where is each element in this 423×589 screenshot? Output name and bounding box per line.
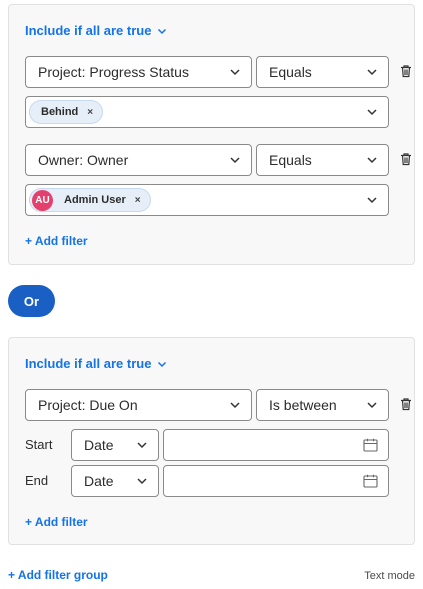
chevron-down-icon — [230, 69, 240, 76]
remove-chip-icon[interactable]: × — [87, 107, 93, 118]
filter-field-value: Project: Progress Status — [38, 64, 189, 80]
add-filter-group-button[interactable]: + Add filter group — [8, 568, 108, 582]
chevron-down-icon — [367, 157, 377, 164]
trash-icon[interactable] — [399, 397, 413, 411]
filter-field-select[interactable]: Project: Progress Status — [25, 56, 252, 88]
chip-label: Behind — [41, 106, 79, 118]
end-type-value: Date — [84, 473, 114, 489]
filter-field-select[interactable]: Owner: Owner — [25, 144, 252, 176]
filter-operator-value: Equals — [269, 152, 312, 168]
trash-icon[interactable] — [399, 152, 413, 166]
chevron-down-icon — [230, 157, 240, 164]
chevron-down-icon — [137, 478, 147, 485]
chip-label: Admin User — [64, 194, 126, 206]
start-date-input[interactable] — [163, 429, 389, 461]
start-label: Start — [25, 437, 53, 452]
add-filter-button[interactable]: + Add filter — [25, 234, 88, 248]
filter-operator-select[interactable]: Equals — [256, 144, 389, 176]
avatar: AU — [32, 189, 53, 211]
chevron-down-icon — [367, 69, 377, 76]
value-chip: Behind × — [29, 100, 104, 124]
group-mode-dropdown[interactable]: Include if all are true — [25, 356, 167, 371]
end-label: End — [25, 473, 49, 488]
filter-field-value: Owner: Owner — [38, 152, 129, 168]
group-mode-label: Include if all are true — [25, 23, 152, 38]
calendar-icon[interactable] — [363, 438, 378, 452]
chevron-down-icon — [367, 109, 377, 116]
calendar-icon[interactable] — [363, 474, 378, 488]
chevron-down-icon — [367, 197, 377, 204]
filter-group-2: Include if all are true Project: Due On … — [8, 337, 415, 545]
start-type-select[interactable]: Date — [71, 429, 159, 461]
text-mode-link[interactable]: Text mode — [364, 570, 415, 582]
start-type-value: Date — [84, 437, 114, 453]
filter-value-multiselect[interactable]: AU Admin User × — [25, 184, 389, 216]
filter-value-multiselect[interactable]: Behind × — [25, 96, 389, 128]
user-chip: AU Admin User × — [29, 188, 151, 212]
filter-operator-select[interactable]: Is between — [256, 389, 389, 421]
chevron-down-icon — [137, 442, 147, 449]
filter-field-select[interactable]: Project: Due On — [25, 389, 252, 421]
chevron-down-icon — [230, 402, 240, 409]
filter-group-1: Include if all are true Project: Progres… — [8, 4, 415, 265]
add-filter-button[interactable]: + Add filter — [25, 515, 88, 529]
chevron-down-icon — [158, 28, 167, 34]
chevron-down-icon — [367, 402, 377, 409]
or-toggle-button[interactable]: Or — [8, 285, 55, 317]
end-date-input[interactable] — [163, 465, 389, 497]
filter-field-value: Project: Due On — [38, 397, 138, 413]
group-mode-dropdown[interactable]: Include if all are true — [25, 23, 167, 38]
end-type-select[interactable]: Date — [71, 465, 159, 497]
trash-icon[interactable] — [399, 64, 413, 78]
filter-operator-select[interactable]: Equals — [256, 56, 389, 88]
chevron-down-icon — [158, 361, 167, 367]
filter-operator-value: Equals — [269, 64, 312, 80]
group-mode-label: Include if all are true — [25, 356, 152, 371]
remove-chip-icon[interactable]: × — [135, 195, 141, 206]
filter-operator-value: Is between — [269, 397, 337, 413]
